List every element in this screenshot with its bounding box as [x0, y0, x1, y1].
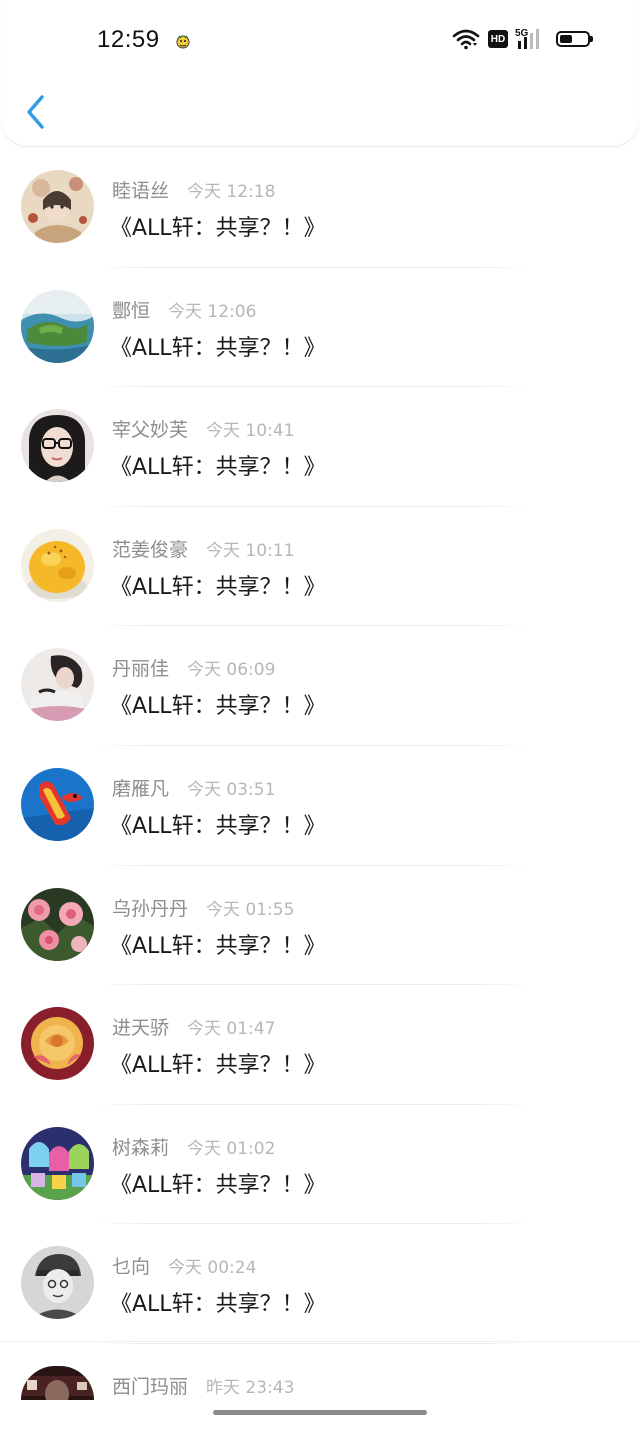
- message-text: 《ALL轩：共享？！》: [110, 933, 326, 959]
- list-item[interactable]: 乌孙丹丹 今天 01:55 《ALL轩：共享？！》: [0, 866, 640, 986]
- chevron-left-icon[interactable]: [22, 92, 50, 132]
- message-time: 今天 10:11: [206, 540, 295, 561]
- sender-name: 丹丽佳: [112, 658, 170, 681]
- message-text: 《ALL轩：共享？！》: [110, 1053, 326, 1079]
- message-text: 《ALL轩：共享？！》: [110, 335, 326, 361]
- message-text: 《ALL轩：共享？！》: [110, 1172, 326, 1198]
- header: 12:59 HD 5G: [2, 0, 638, 146]
- list-item[interactable]: 范姜俊豪 今天 10:11 《ALL轩：共享？！》: [0, 507, 640, 627]
- wifi-icon: [452, 29, 480, 50]
- avatar-toy-icon[interactable]: [21, 767, 94, 841]
- status-icons: HD 5G: [452, 28, 593, 50]
- sender-name: 宰父妙芙: [112, 419, 189, 442]
- avatar-girl-icon[interactable]: [21, 648, 94, 722]
- cellular-5g-icon: 5G: [514, 28, 544, 50]
- list-item[interactable]: 丹丽佳 今天 06:09 《ALL轩：共享？！》: [0, 626, 640, 746]
- list-item[interactable]: 酆恒 今天 12:06 《ALL轩：共享？！》: [0, 268, 640, 388]
- list-item[interactable]: 乜向 今天 00:24 《ALL轩：共享？！》: [0, 1224, 640, 1344]
- avatar-rose-icon[interactable]: [21, 1007, 94, 1081]
- sender-name: 磨雁凡: [112, 777, 170, 800]
- home-indicator[interactable]: [213, 1410, 427, 1415]
- list-item[interactable]: 树森莉 今天 01:02 《ALL轩：共享？！》: [0, 1105, 640, 1225]
- sender-name: 范姜俊豪: [112, 538, 189, 561]
- message-time: 今天 01:02: [187, 1138, 276, 1159]
- list-item[interactable]: 睦语丝 今天 12:18 《ALL轩：共享？！》: [0, 148, 640, 268]
- battery-icon: [556, 31, 593, 47]
- bug-icon: [176, 35, 190, 49]
- avatar-roses-icon[interactable]: [21, 887, 94, 961]
- list-item[interactable]: 磨雁凡 今天 03:51 《ALL轩：共享？！》: [0, 746, 640, 866]
- message-time: 今天 12:18: [187, 182, 276, 202]
- avatar-landscape-icon[interactable]: [21, 289, 94, 363]
- list-item[interactable]: 西门玛丽 昨天 23:43: [0, 1344, 640, 1429]
- list-item[interactable]: 进天骄 今天 01:47 《ALL轩：共享？！》: [0, 985, 640, 1105]
- message-time: 今天 10:41: [206, 421, 295, 442]
- message-text: 《ALL轩：共享？！》: [110, 574, 326, 600]
- battery-level: [560, 35, 572, 43]
- message-text: 《ALL轩：共享？！》: [110, 813, 326, 839]
- hd-icon: HD: [488, 30, 508, 48]
- avatar-illustration-icon[interactable]: [21, 170, 94, 243]
- message-time: 今天 12:06: [168, 301, 257, 322]
- message-time: 今天 01:47: [187, 1019, 276, 1040]
- sender-name: 睦语丝: [112, 180, 170, 202]
- avatar-food-icon[interactable]: [21, 528, 94, 602]
- chat-screen: 12:59 HD 5G 睦语丝 今天 12:18 《ALL轩：共享？！》 酆恒 …: [0, 0, 640, 1429]
- avatar-sketch-icon[interactable]: [21, 1246, 94, 1320]
- sender-name: 酆恒: [112, 299, 151, 322]
- sender-name: 树森莉: [112, 1136, 170, 1159]
- list-item[interactable]: 宰父妙芙 今天 10:41 《ALL轩：共享？！》: [0, 387, 640, 507]
- message-text: 《ALL轩：共享？！》: [110, 455, 326, 481]
- message-time: 今天 03:51: [187, 779, 276, 800]
- message-list: 睦语丝 今天 12:18 《ALL轩：共享？！》 酆恒 今天 12:06 《AL…: [0, 148, 640, 1429]
- message-time: 今天 01:55: [206, 899, 295, 920]
- avatar-portrait-glasses-icon[interactable]: [21, 409, 94, 483]
- avatar-dark-portrait-icon[interactable]: [21, 1365, 94, 1400]
- message-time: 今天 00:24: [168, 1258, 257, 1279]
- bottom-divider: [0, 1341, 640, 1342]
- sender-name: 乌孙丹丹: [112, 897, 189, 920]
- status-time: 12:59: [97, 26, 160, 53]
- message-time: 今天 06:09: [187, 660, 276, 681]
- sender-name: 乜向: [112, 1256, 151, 1279]
- sender-name: 进天骄: [112, 1017, 170, 1040]
- message-text: 《ALL轩：共享？！》: [110, 216, 326, 241]
- sender-name: 西门玛丽: [112, 1375, 189, 1398]
- message-text: 《ALL轩：共享？！》: [110, 1292, 326, 1318]
- message-text: 《ALL轩：共享？！》: [110, 694, 326, 720]
- message-time: 昨天 23:43: [206, 1377, 295, 1398]
- avatar-cartoon-icon[interactable]: [21, 1126, 94, 1200]
